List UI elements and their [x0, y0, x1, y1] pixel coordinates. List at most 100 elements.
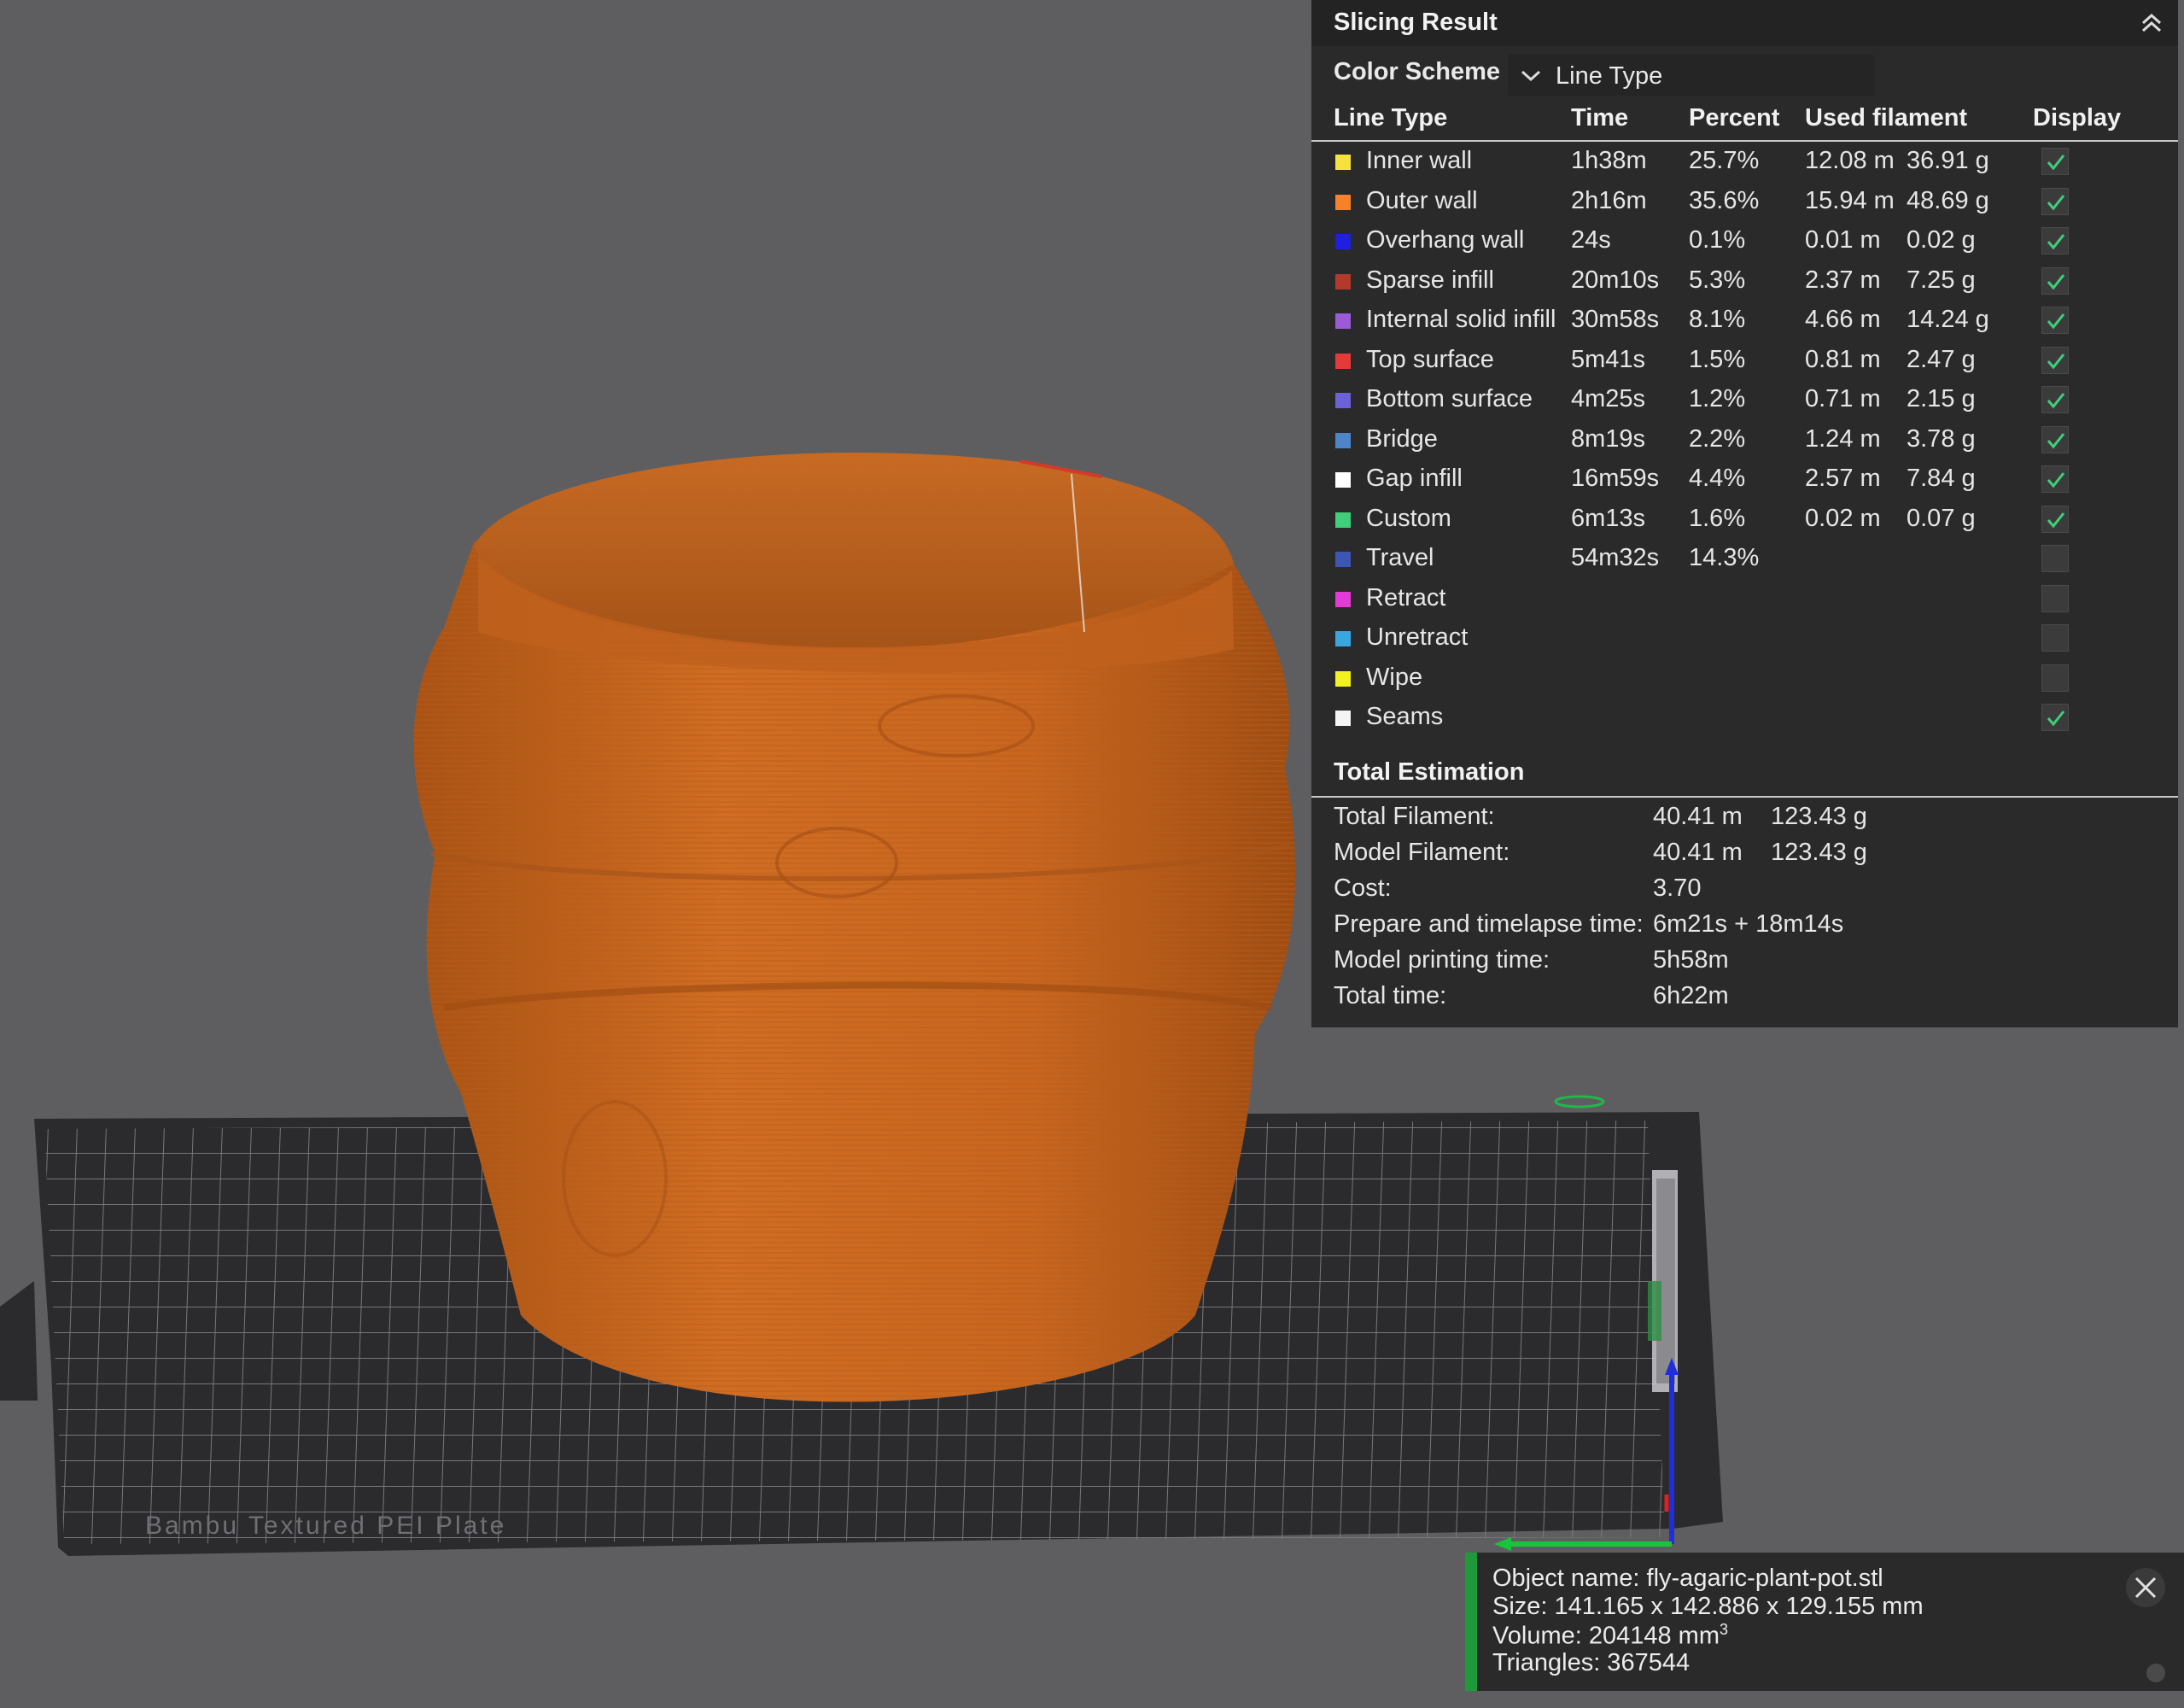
cell-weight: 48.69 g — [1907, 186, 1989, 214]
cell-name: Overhang wall — [1366, 226, 1525, 254]
estimation-label: Prepare and timelapse time: — [1334, 910, 1644, 938]
color-swatch — [1335, 273, 1351, 290]
minimize-icon[interactable] — [2146, 1664, 2165, 1682]
color-scheme-dropdown[interactable]: Line Type — [1508, 55, 1875, 96]
cell-time: 20m10s — [1571, 266, 1660, 294]
display-checkbox[interactable] — [2041, 505, 2069, 533]
estimation-label: Model printing time: — [1334, 946, 1550, 974]
cell-percent: 25.7% — [1689, 147, 1760, 174]
check-icon — [2047, 234, 2065, 250]
cell-percent: 35.6% — [1689, 186, 1760, 214]
cell-percent: 4.4% — [1689, 465, 1746, 492]
color-swatch — [1335, 472, 1351, 488]
cell-weight: 2.47 g — [1907, 345, 1976, 373]
table-row: Unretract — [1311, 620, 2178, 659]
display-checkbox[interactable] — [2041, 227, 2069, 254]
estimation-value1: 3.70 — [1653, 874, 1702, 902]
table-row: Outer wall 2h16m 35.6% 15.94 m 48.69 g — [1311, 184, 2178, 223]
cell-length: 0.81 m — [1805, 345, 1881, 373]
estimation-label: Model Filament: — [1334, 839, 1510, 866]
table-row: Overhang wall 24s 0.1% 0.01 m 0.02 g — [1311, 223, 2178, 262]
cell-percent: 8.1% — [1689, 306, 1746, 333]
estimation-label: Total Filament: — [1334, 803, 1495, 830]
column-header-time: Time — [1571, 104, 1629, 132]
cell-name: Internal solid infill — [1366, 306, 1556, 333]
cell-time: 4m25s — [1571, 385, 1646, 412]
cell-weight: 7.25 g — [1907, 266, 1976, 294]
cell-weight: 0.07 g — [1907, 504, 1976, 532]
cell-length: 2.57 m — [1805, 465, 1881, 492]
display-checkbox[interactable] — [2041, 425, 2069, 453]
object-triangles: Triangles: 367544 — [1492, 1649, 1691, 1676]
column-header-line-type: Line Type — [1334, 104, 1448, 132]
cell-name: Bridge — [1366, 424, 1438, 453]
cell-time: 30m58s — [1571, 306, 1660, 333]
display-checkbox[interactable] — [2041, 187, 2069, 215]
estimation-row: Total Filament: 40.41 m 123.43 g — [1311, 803, 2178, 837]
display-checkbox[interactable] — [2041, 584, 2069, 612]
panel-header: Slicing Result — [1311, 0, 2178, 46]
object-volume: Volume: 204148 mm3 — [1492, 1621, 1728, 1651]
table-row: Retract — [1311, 581, 2178, 620]
check-icon — [2047, 353, 2065, 369]
table-row: Bottom surface 4m25s 1.2% 0.71 m 2.15 g — [1311, 382, 2178, 421]
display-checkbox[interactable] — [2041, 664, 2069, 692]
cell-time: 1h38m — [1571, 147, 1647, 174]
display-checkbox[interactable] — [2041, 465, 2069, 493]
cell-percent: 2.2% — [1689, 424, 1746, 453]
cell-percent: 1.2% — [1689, 385, 1746, 412]
table-row: Top surface 5m41s 1.5% 0.81 m 2.47 g — [1311, 342, 2178, 382]
column-header-used-filament: Used filament — [1805, 104, 1968, 132]
check-icon — [2047, 472, 2065, 488]
cell-length: 2.37 m — [1805, 266, 1881, 294]
display-checkbox[interactable] — [2041, 307, 2069, 334]
object-volume-unit-exponent: 3 — [1719, 1621, 1728, 1638]
display-checkbox[interactable] — [2041, 346, 2069, 374]
color-swatch — [1335, 670, 1351, 687]
color-swatch — [1335, 234, 1351, 249]
color-swatch — [1335, 155, 1351, 170]
cell-length: 12.08 m — [1805, 147, 1895, 174]
object-volume-value: Volume: 204148 mm — [1492, 1622, 1720, 1650]
color-swatch — [1335, 711, 1351, 726]
cell-length: 4.66 m — [1805, 306, 1881, 333]
close-icon[interactable] — [2124, 1566, 2167, 1609]
cell-time: 24s — [1571, 226, 1611, 254]
cell-time: 5m41s — [1571, 345, 1646, 373]
cell-time: 2h16m — [1571, 186, 1647, 214]
display-checkbox[interactable] — [2041, 148, 2069, 175]
check-icon — [2047, 393, 2065, 409]
check-icon — [2047, 155, 2065, 171]
header-divider — [1311, 140, 2178, 142]
chevron-down-icon — [1521, 70, 1541, 82]
estimation-row: Total time: 6h22m — [1311, 982, 2178, 1016]
display-checkbox[interactable] — [2041, 545, 2069, 572]
cell-weight: 14.24 g — [1907, 306, 1989, 333]
display-checkbox[interactable] — [2041, 386, 2069, 413]
estimation-label: Total time: — [1334, 982, 1447, 1009]
pot-model[interactable] — [413, 453, 1296, 1402]
check-icon — [2047, 711, 2065, 727]
slicing-result-panel: Slicing Result Color Scheme Line Type Li… — [1311, 0, 2178, 1027]
cell-name: Sparse infill — [1366, 266, 1494, 294]
display-checkbox[interactable] — [2041, 704, 2069, 731]
cell-time: 6m13s — [1571, 504, 1646, 532]
estimation-row: Model printing time: 5h58m — [1311, 946, 2178, 980]
table-row: Custom 6m13s 1.6% 0.02 m 0.07 g — [1311, 501, 2178, 541]
object-info-accent-bar — [1465, 1553, 1477, 1691]
color-swatch — [1335, 512, 1351, 528]
chevron-double-up-icon[interactable] — [2137, 10, 2166, 36]
display-checkbox[interactable] — [2041, 266, 2069, 295]
total-estimation-title: Total Estimation — [1334, 758, 1525, 786]
table-row: Internal solid infill 30m58s 8.1% 4.66 m 14.… — [1311, 302, 2178, 342]
estimation-divider — [1311, 796, 2178, 798]
estimation-row: Cost: 3.70 — [1311, 874, 2178, 909]
cell-length: 0.71 m — [1805, 385, 1881, 412]
cell-weight: 2.15 g — [1907, 385, 1976, 412]
check-icon — [2047, 273, 2065, 290]
check-icon — [2047, 194, 2065, 210]
table-row: Bridge 8m19s 2.2% 1.24 m 3.78 g — [1311, 422, 2178, 461]
table-row: Inner wall 1h38m 25.7% 12.08 m 36.91 g — [1311, 143, 2178, 183]
display-checkbox[interactable] — [2041, 624, 2069, 652]
column-header-display: Display — [2033, 104, 2122, 132]
